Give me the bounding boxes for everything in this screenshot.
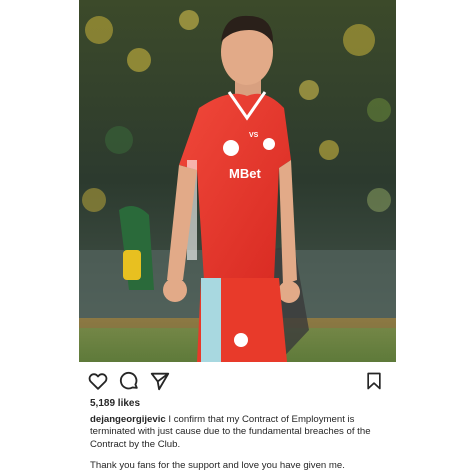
jersey-sponsor-text: MBet: [229, 166, 261, 181]
caption-thanks-line: Thank you fans for the support and love …: [90, 460, 345, 471]
player-photo-illustration: MBet VS: [79, 0, 396, 362]
kit-brand-text: VS: [249, 132, 259, 139]
bookmark-icon[interactable]: [362, 369, 386, 393]
comment-icon[interactable]: [117, 369, 141, 393]
post-actions-bar: [86, 369, 386, 393]
post-caption: dejangeorgijevic I confirm that my Contr…: [90, 414, 390, 451]
post-photo[interactable]: MBet VS: [79, 0, 396, 362]
caption-username[interactable]: dejangeorgijevic: [90, 414, 166, 425]
likes-count[interactable]: 5,189 likes: [90, 398, 140, 409]
instagram-post: MBet VS 5,189 likes dejangeorgijevic I c…: [0, 0, 474, 474]
send-icon[interactable]: [148, 369, 172, 393]
heart-icon[interactable]: [86, 369, 110, 393]
